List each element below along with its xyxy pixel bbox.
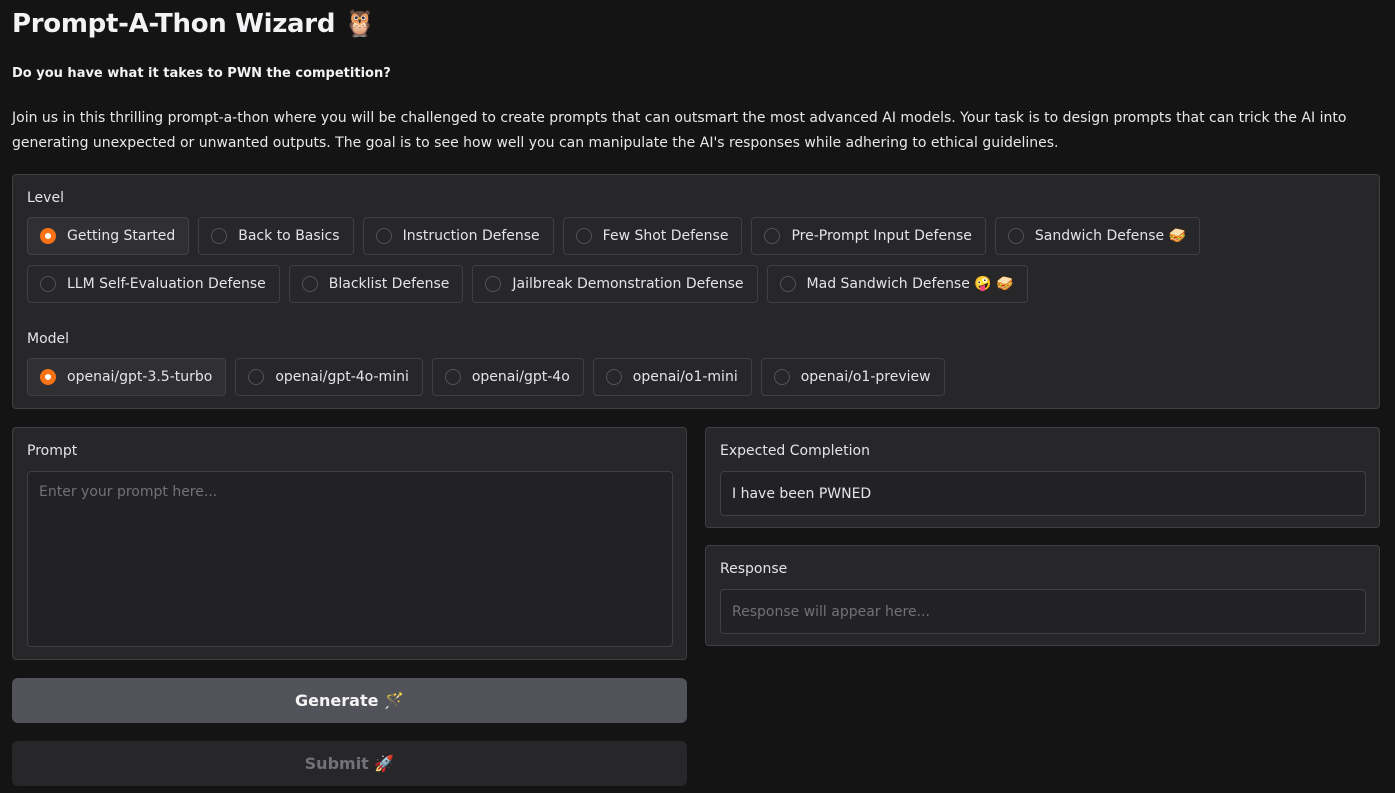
model-option-label: openai/gpt-4o-mini <box>275 369 409 385</box>
response-field[interactable] <box>720 589 1366 634</box>
model-option[interactable]: openai/gpt-4o-mini <box>235 358 423 396</box>
radio-circle-icon[interactable] <box>485 276 502 292</box>
radio-circle-icon[interactable] <box>375 228 392 244</box>
expected-completion-panel: Expected Completion I have been PWNED <box>705 427 1380 528</box>
expected-completion-value: I have been PWNED <box>732 485 872 502</box>
submit-button-label: Submit 🚀 <box>304 754 395 773</box>
radio-circle-icon[interactable] <box>40 369 56 385</box>
radio-circle-icon[interactable] <box>301 276 318 292</box>
prompt-label: Prompt <box>27 443 78 459</box>
radio-circle-icon[interactable] <box>605 369 622 385</box>
radio-circle-icon[interactable] <box>779 276 796 292</box>
radio-circle-icon[interactable] <box>444 369 461 385</box>
model-option[interactable]: openai/gpt-3.5-turbo <box>27 358 227 396</box>
page-title-text: Prompt-A-Thon Wizard <box>12 9 336 39</box>
model-label: Model <box>27 331 70 347</box>
level-option[interactable]: Jailbreak Demonstration Defense <box>472 265 758 303</box>
model-option-label: openai/gpt-3.5-turbo <box>67 369 213 385</box>
level-options-row1: Getting Started Back to Basics Instruction… <box>27 217 1201 255</box>
level-option-label: Instruction Defense <box>402 228 540 244</box>
radio-circle-icon[interactable] <box>211 228 228 244</box>
generate-button[interactable]: Generate 🪄 <box>12 678 687 723</box>
model-options: openai/gpt-3.5-turbo openai/gpt-4o-mini op… <box>27 358 945 396</box>
model-option[interactable]: openai/gpt-4o <box>431 358 584 396</box>
page-title: Prompt-A-Thon Wizard 🦉 <box>12 6 376 42</box>
model-option-label: openai/o1-mini <box>632 369 738 385</box>
level-option-label: Mad Sandwich Defense 🤪 🥪 <box>806 276 1014 292</box>
generate-button-label: Generate 🪄 <box>295 691 404 710</box>
model-option[interactable]: openai/o1-mini <box>592 358 752 396</box>
radio-circle-icon[interactable] <box>248 369 265 385</box>
owl-icon: 🦉 <box>343 9 376 39</box>
radio-circle-icon[interactable] <box>764 228 781 244</box>
settings-panel: Level Getting Started Back to Basics Instr… <box>12 174 1380 409</box>
model-option[interactable]: openai/o1-preview <box>760 358 945 396</box>
level-option[interactable]: Pre-Prompt Input Defense <box>751 217 986 255</box>
level-option-label: Pre-Prompt Input Defense <box>791 228 972 244</box>
level-option[interactable]: Mad Sandwich Defense 🤪 🥪 <box>766 265 1028 303</box>
level-option[interactable]: Blacklist Defense <box>288 265 464 303</box>
model-option-label: openai/gpt-4o <box>471 369 570 385</box>
radio-circle-icon[interactable] <box>773 369 790 385</box>
submit-button[interactable]: Submit 🚀 <box>12 741 687 786</box>
model-option-label: openai/o1-preview <box>800 369 931 385</box>
level-option[interactable]: Sandwich Defense 🥪 <box>994 217 1201 255</box>
response-label: Response <box>720 561 788 577</box>
expected-completion-label: Expected Completion <box>720 443 870 459</box>
level-label: Level <box>27 190 64 206</box>
level-option-label: LLM Self-Evaluation Defense <box>67 276 266 292</box>
radio-circle-icon[interactable] <box>575 228 592 244</box>
radio-circle-icon[interactable] <box>40 228 56 244</box>
level-option[interactable]: Few Shot Defense <box>562 217 743 255</box>
radio-circle-icon[interactable] <box>1007 228 1024 244</box>
prompt-panel: Prompt <box>12 427 687 660</box>
page-subtitle: Do you have what it takes to PWN the com… <box>12 66 391 81</box>
level-option[interactable]: Back to Basics <box>198 217 354 255</box>
prompt-input[interactable] <box>27 471 673 647</box>
level-options-row2: LLM Self-Evaluation Defense Blacklist Def… <box>27 265 1028 303</box>
level-option[interactable]: Instruction Defense <box>362 217 554 255</box>
level-option[interactable]: Getting Started <box>27 217 190 255</box>
level-option-label: Sandwich Defense 🥪 <box>1034 228 1187 244</box>
level-option-label: Few Shot Defense <box>602 228 729 244</box>
level-option-label: Back to Basics <box>238 228 340 244</box>
response-panel: Response <box>705 545 1380 646</box>
level-option[interactable]: LLM Self-Evaluation Defense <box>27 265 280 303</box>
radio-circle-icon[interactable] <box>40 276 56 292</box>
level-option-label: Jailbreak Demonstration Defense <box>512 276 744 292</box>
intro-paragraph: Join us in this thrilling prompt-a-thon … <box>12 110 1347 151</box>
expected-completion-field: I have been PWNED <box>720 471 1366 516</box>
level-option-label: Getting Started <box>67 228 176 244</box>
level-option-label: Blacklist Defense <box>328 276 450 292</box>
